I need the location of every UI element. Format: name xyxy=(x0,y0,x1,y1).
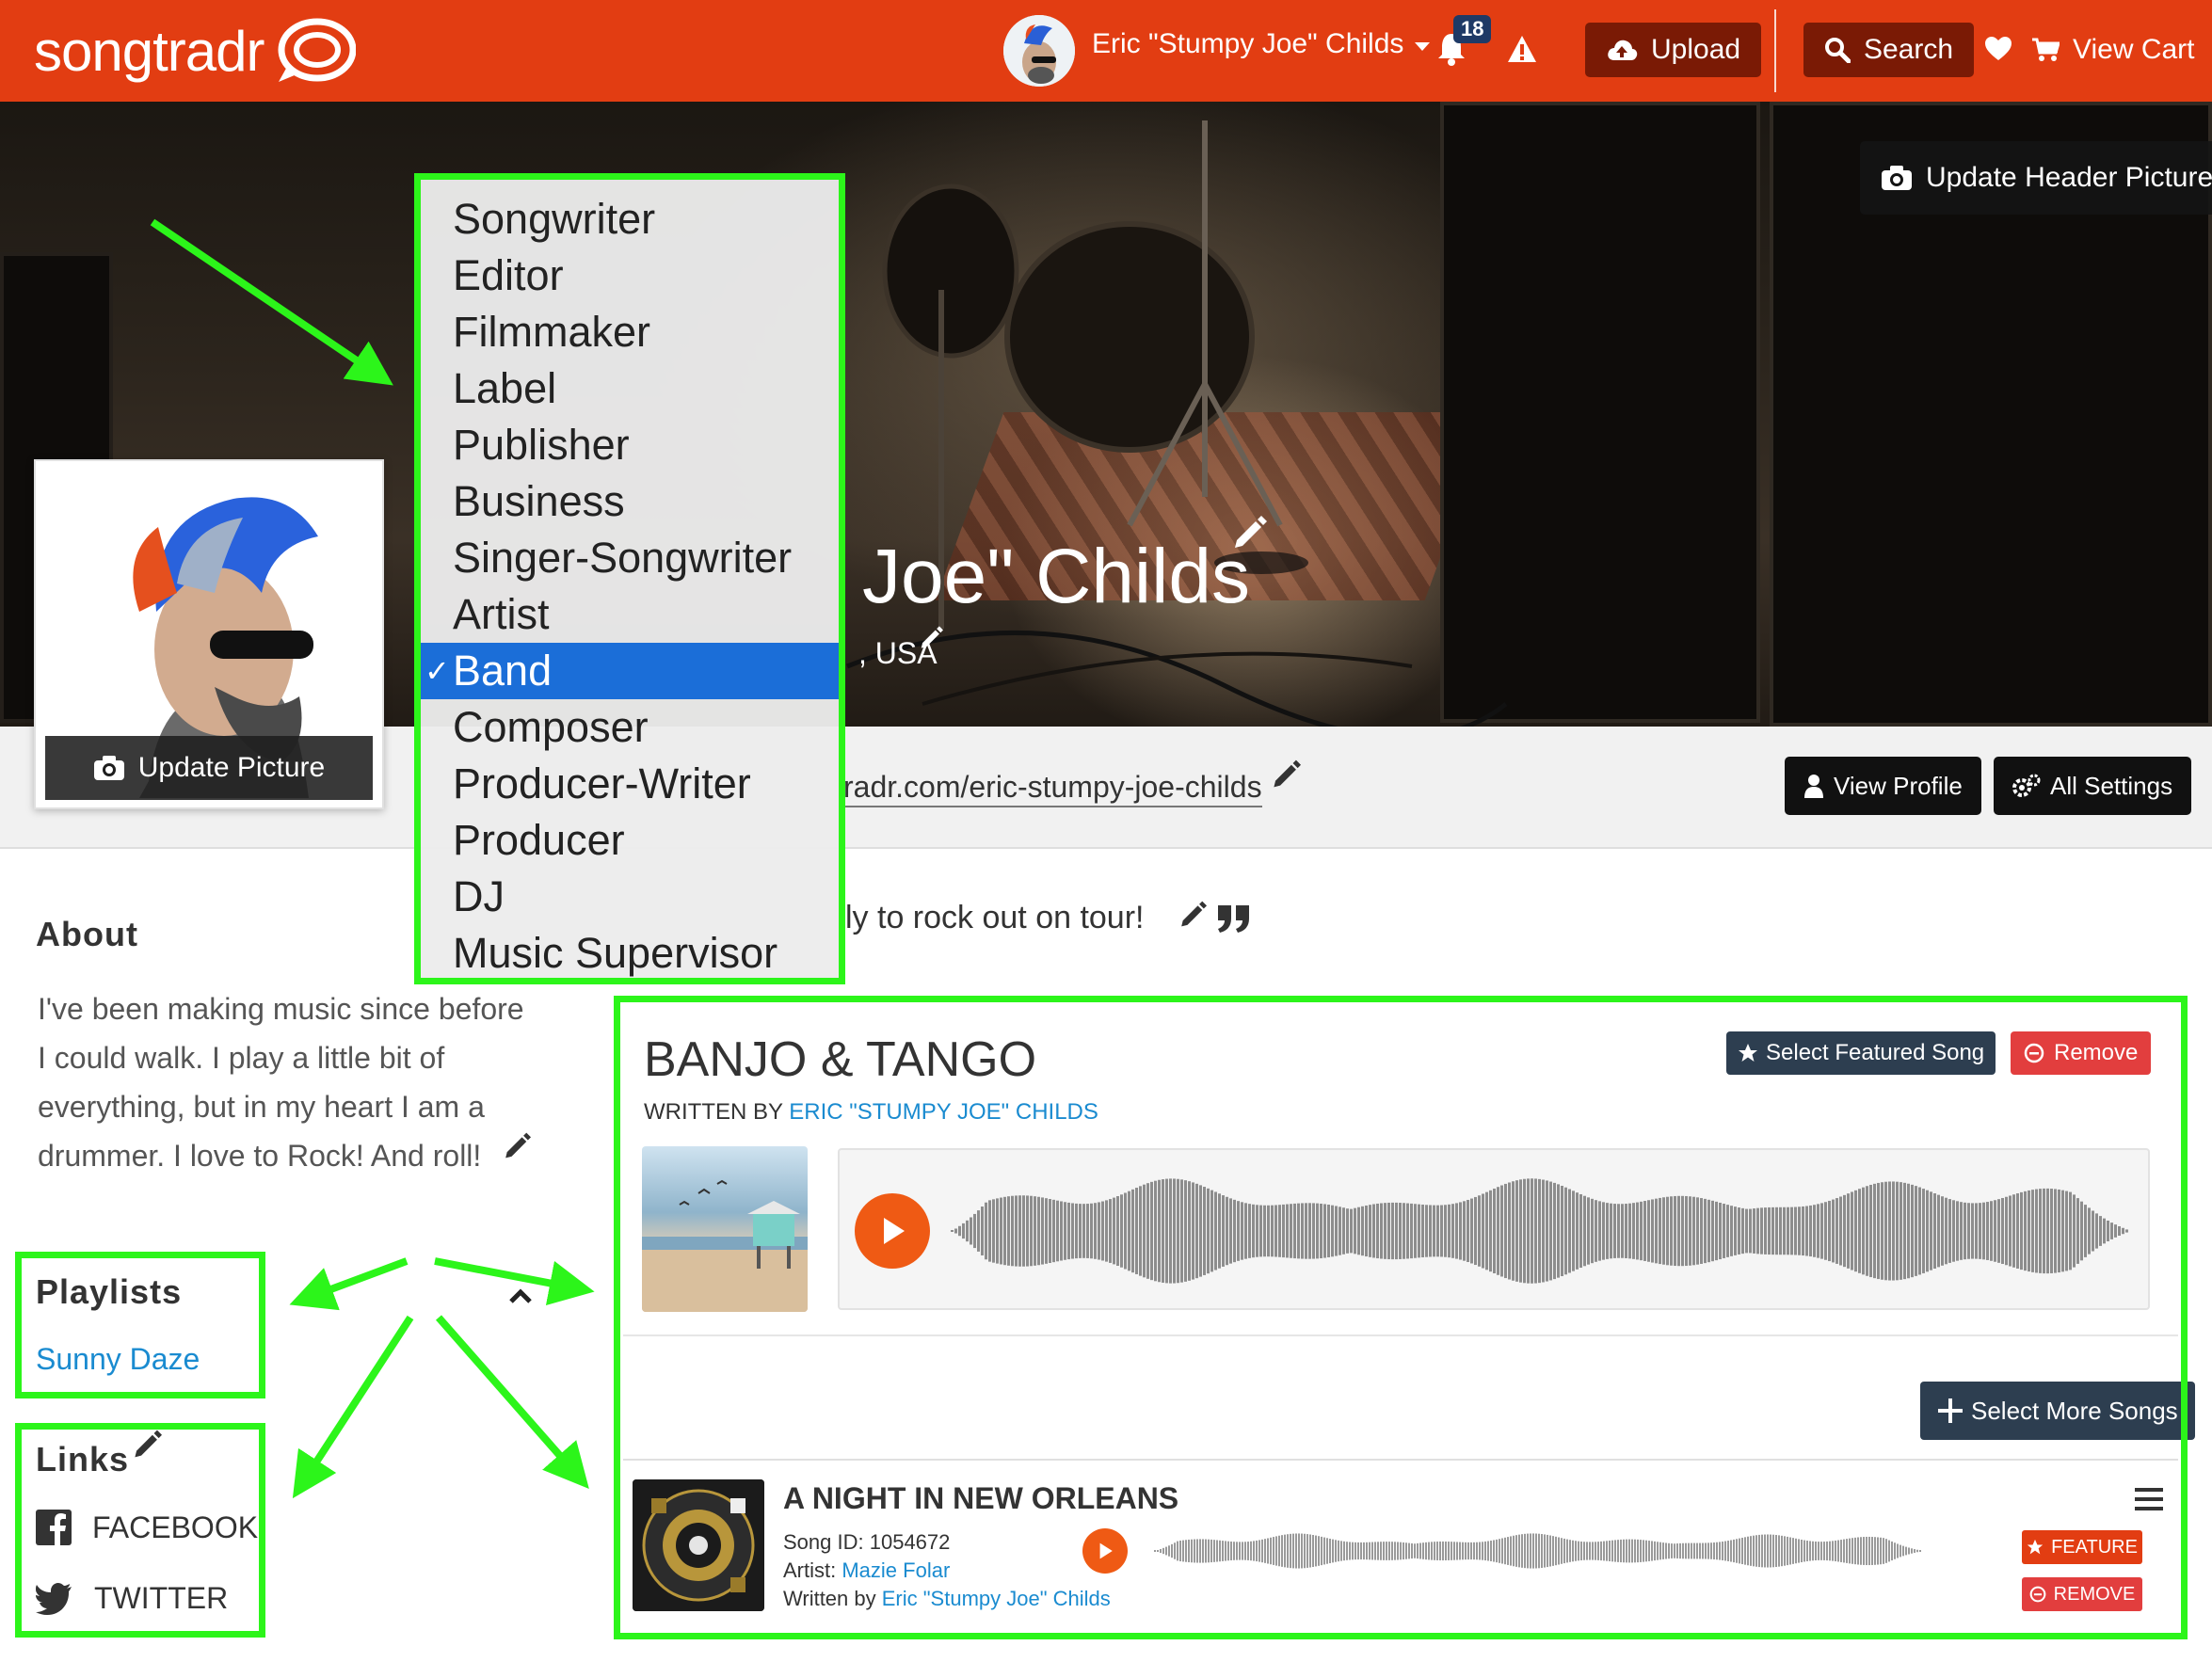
annotation-arrows xyxy=(150,218,595,1499)
